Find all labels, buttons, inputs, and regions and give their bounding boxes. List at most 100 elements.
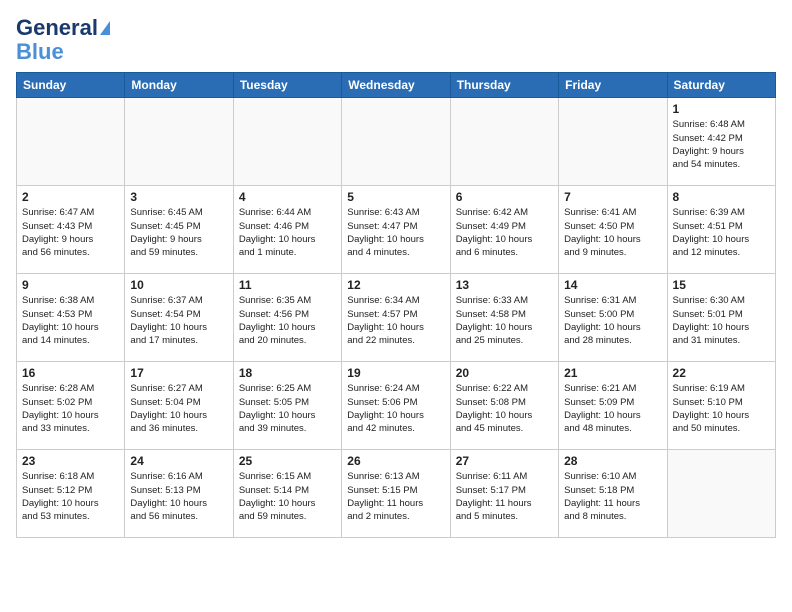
day-header-wednesday: Wednesday xyxy=(342,73,450,98)
day-info: Sunrise: 6:34 AM Sunset: 4:57 PM Dayligh… xyxy=(347,294,444,347)
calendar-week-0: 1 Sunrise: 6:48 AM Sunset: 4:42 PM Daylig… xyxy=(17,98,776,186)
calendar-cell xyxy=(233,98,341,186)
calendar-cell: 11 Sunrise: 6:35 AM Sunset: 4:56 PM Dayli… xyxy=(233,274,341,362)
day-number: 1 xyxy=(673,102,770,116)
day-number: 22 xyxy=(673,366,770,380)
day-info: Sunrise: 6:41 AM Sunset: 4:50 PM Dayligh… xyxy=(564,206,661,259)
calendar-cell: 18Sunrise: 6:25 AM Sunset: 5:05 PM Dayli… xyxy=(233,362,341,450)
day-header-sunday: Sunday xyxy=(17,73,125,98)
calendar-cell: 28 Sunrise: 6:10 AM Sunset: 5:18 PM Dayli… xyxy=(559,450,667,538)
calendar-cell: 4Sunrise: 6:44 AM Sunset: 4:46 PM Daylig… xyxy=(233,186,341,274)
calendar-cell: 23 Sunrise: 6:18 AM Sunset: 5:12 PM Dayli… xyxy=(17,450,125,538)
logo-triangle-icon xyxy=(100,21,110,35)
calendar-table: SundayMondayTuesdayWednesdayThursdayFrid… xyxy=(16,72,776,538)
calendar-cell: 21 Sunrise: 6:21 AM Sunset: 5:09 PM Dayli… xyxy=(559,362,667,450)
calendar-cell: 7 Sunrise: 6:41 AM Sunset: 4:50 PM Daylig… xyxy=(559,186,667,274)
day-info: Sunrise: 6:37 AM Sunset: 4:54 PM Dayligh… xyxy=(130,294,227,347)
day-number: 13 xyxy=(456,278,553,292)
day-number: 5 xyxy=(347,190,444,204)
day-info: Sunrise: 6:22 AM Sunset: 5:08 PM Dayligh… xyxy=(456,382,553,435)
calendar-cell: 5Sunrise: 6:43 AM Sunset: 4:47 PM Daylig… xyxy=(342,186,450,274)
calendar-cell: 15 Sunrise: 6:30 AM Sunset: 5:01 PM Dayli… xyxy=(667,274,775,362)
day-info: Sunrise: 6:28 AM Sunset: 5:02 PM Dayligh… xyxy=(22,382,119,435)
day-number: 9 xyxy=(22,278,119,292)
calendar-cell: 12 Sunrise: 6:34 AM Sunset: 4:57 PM Dayli… xyxy=(342,274,450,362)
calendar-cell: 3 Sunrise: 6:45 AM Sunset: 4:45 PM Daylig… xyxy=(125,186,233,274)
day-number: 15 xyxy=(673,278,770,292)
day-number: 28 xyxy=(564,454,661,468)
day-info: Sunrise: 6:45 AM Sunset: 4:45 PM Dayligh… xyxy=(130,206,227,259)
day-info: Sunrise: 6:19 AM Sunset: 5:10 PM Dayligh… xyxy=(673,382,770,435)
calendar-cell: 10 Sunrise: 6:37 AM Sunset: 4:54 PM Dayli… xyxy=(125,274,233,362)
day-info: Sunrise: 6:11 AM Sunset: 5:17 PM Dayligh… xyxy=(456,470,553,523)
day-number: 14 xyxy=(564,278,661,292)
day-info: Sunrise: 6:33 AM Sunset: 4:58 PM Dayligh… xyxy=(456,294,553,347)
calendar-week-4: 23 Sunrise: 6:18 AM Sunset: 5:12 PM Dayli… xyxy=(17,450,776,538)
day-number: 12 xyxy=(347,278,444,292)
calendar-week-3: 16 Sunrise: 6:28 AM Sunset: 5:02 PM Dayli… xyxy=(17,362,776,450)
logo-text-general: General xyxy=(16,16,98,40)
day-info: Sunrise: 6:15 AM Sunset: 5:14 PM Dayligh… xyxy=(239,470,336,523)
calendar-week-2: 9 Sunrise: 6:38 AM Sunset: 4:53 PM Daylig… xyxy=(17,274,776,362)
calendar-cell: 26Sunrise: 6:13 AM Sunset: 5:15 PM Dayli… xyxy=(342,450,450,538)
calendar-cell: 16 Sunrise: 6:28 AM Sunset: 5:02 PM Dayli… xyxy=(17,362,125,450)
calendar-cell: 19Sunrise: 6:24 AM Sunset: 5:06 PM Dayli… xyxy=(342,362,450,450)
calendar-cell xyxy=(342,98,450,186)
calendar-cell: 1 Sunrise: 6:48 AM Sunset: 4:42 PM Daylig… xyxy=(667,98,775,186)
day-info: Sunrise: 6:10 AM Sunset: 5:18 PM Dayligh… xyxy=(564,470,661,523)
day-info: Sunrise: 6:18 AM Sunset: 5:12 PM Dayligh… xyxy=(22,470,119,523)
day-info: Sunrise: 6:35 AM Sunset: 4:56 PM Dayligh… xyxy=(239,294,336,347)
day-info: Sunrise: 6:21 AM Sunset: 5:09 PM Dayligh… xyxy=(564,382,661,435)
day-number: 8 xyxy=(673,190,770,204)
calendar-cell xyxy=(450,98,558,186)
day-info: Sunrise: 6:27 AM Sunset: 5:04 PM Dayligh… xyxy=(130,382,227,435)
day-info: Sunrise: 6:48 AM Sunset: 4:42 PM Dayligh… xyxy=(673,118,770,171)
day-header-tuesday: Tuesday xyxy=(233,73,341,98)
day-info: Sunrise: 6:44 AM Sunset: 4:46 PM Dayligh… xyxy=(239,206,336,259)
day-info: Sunrise: 6:24 AM Sunset: 5:06 PM Dayligh… xyxy=(347,382,444,435)
day-info: Sunrise: 6:16 AM Sunset: 5:13 PM Dayligh… xyxy=(130,470,227,523)
day-info: Sunrise: 6:42 AM Sunset: 4:49 PM Dayligh… xyxy=(456,206,553,259)
logo: General Blue xyxy=(16,16,110,64)
calendar-cell: 17Sunrise: 6:27 AM Sunset: 5:04 PM Dayli… xyxy=(125,362,233,450)
day-info: Sunrise: 6:30 AM Sunset: 5:01 PM Dayligh… xyxy=(673,294,770,347)
day-number: 10 xyxy=(130,278,227,292)
day-number: 16 xyxy=(22,366,119,380)
day-header-saturday: Saturday xyxy=(667,73,775,98)
calendar-cell xyxy=(667,450,775,538)
calendar-week-1: 2Sunrise: 6:47 AM Sunset: 4:43 PM Daylig… xyxy=(17,186,776,274)
day-header-thursday: Thursday xyxy=(450,73,558,98)
day-header-friday: Friday xyxy=(559,73,667,98)
calendar-cell: 8 Sunrise: 6:39 AM Sunset: 4:51 PM Daylig… xyxy=(667,186,775,274)
day-number: 7 xyxy=(564,190,661,204)
day-number: 27 xyxy=(456,454,553,468)
day-info: Sunrise: 6:39 AM Sunset: 4:51 PM Dayligh… xyxy=(673,206,770,259)
calendar-cell: 27 Sunrise: 6:11 AM Sunset: 5:17 PM Dayli… xyxy=(450,450,558,538)
calendar-cell: 14 Sunrise: 6:31 AM Sunset: 5:00 PM Dayli… xyxy=(559,274,667,362)
day-header-monday: Monday xyxy=(125,73,233,98)
day-info: Sunrise: 6:25 AM Sunset: 5:05 PM Dayligh… xyxy=(239,382,336,435)
calendar-cell: 20Sunrise: 6:22 AM Sunset: 5:08 PM Dayli… xyxy=(450,362,558,450)
day-number: 23 xyxy=(22,454,119,468)
day-info: Sunrise: 6:47 AM Sunset: 4:43 PM Dayligh… xyxy=(22,206,119,259)
calendar-cell: 13 Sunrise: 6:33 AM Sunset: 4:58 PM Dayli… xyxy=(450,274,558,362)
day-number: 21 xyxy=(564,366,661,380)
page-header: General Blue xyxy=(16,16,776,64)
calendar-cell: 25 Sunrise: 6:15 AM Sunset: 5:14 PM Dayli… xyxy=(233,450,341,538)
logo-text-blue: Blue xyxy=(16,40,64,64)
calendar-cell: 24Sunrise: 6:16 AM Sunset: 5:13 PM Dayli… xyxy=(125,450,233,538)
calendar-header-row: SundayMondayTuesdayWednesdayThursdayFrid… xyxy=(17,73,776,98)
calendar-cell: 6 Sunrise: 6:42 AM Sunset: 4:49 PM Daylig… xyxy=(450,186,558,274)
calendar-cell xyxy=(559,98,667,186)
day-info: Sunrise: 6:13 AM Sunset: 5:15 PM Dayligh… xyxy=(347,470,444,523)
calendar-cell xyxy=(17,98,125,186)
calendar-cell: 9 Sunrise: 6:38 AM Sunset: 4:53 PM Daylig… xyxy=(17,274,125,362)
day-number: 11 xyxy=(239,278,336,292)
day-info: Sunrise: 6:38 AM Sunset: 4:53 PM Dayligh… xyxy=(22,294,119,347)
calendar-cell: 22 Sunrise: 6:19 AM Sunset: 5:10 PM Dayli… xyxy=(667,362,775,450)
day-number: 25 xyxy=(239,454,336,468)
day-number: 6 xyxy=(456,190,553,204)
day-number: 3 xyxy=(130,190,227,204)
day-info: Sunrise: 6:31 AM Sunset: 5:00 PM Dayligh… xyxy=(564,294,661,347)
calendar-cell: 2Sunrise: 6:47 AM Sunset: 4:43 PM Daylig… xyxy=(17,186,125,274)
